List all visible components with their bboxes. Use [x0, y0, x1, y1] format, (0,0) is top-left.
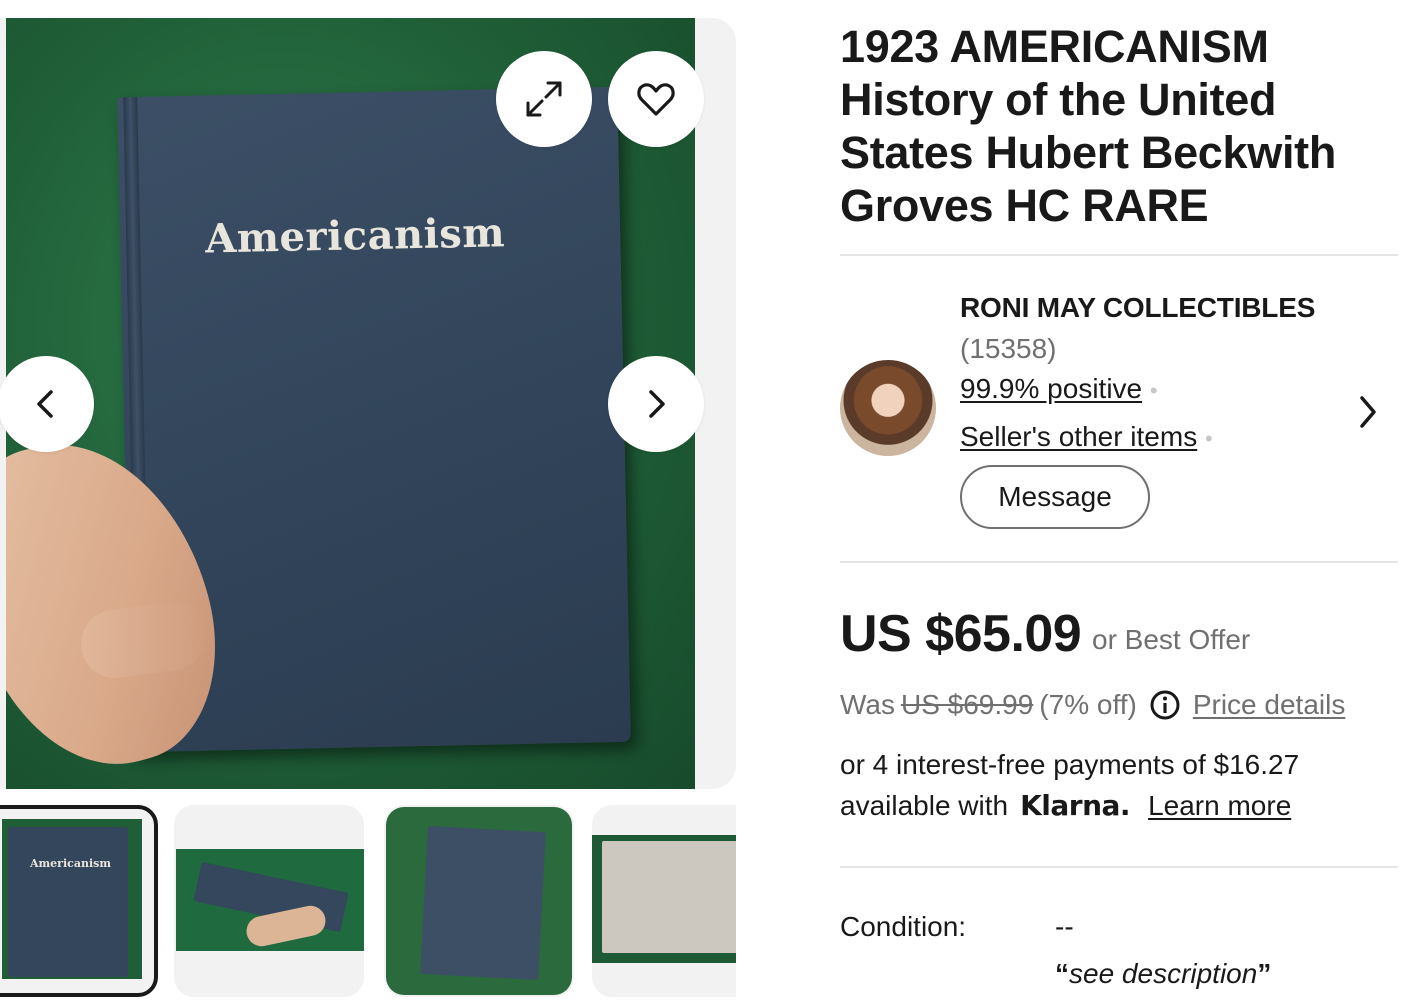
separator-dot: •	[1149, 378, 1158, 403]
chevron-left-icon	[37, 390, 53, 418]
thumb-book-back	[420, 826, 546, 980]
divider	[840, 561, 1398, 563]
thumbnail-3[interactable]	[384, 805, 574, 997]
next-image-button[interactable]	[608, 356, 704, 452]
previous-image-button[interactable]	[0, 356, 94, 452]
chevron-right-icon	[649, 390, 665, 418]
best-offer-label: or Best Offer	[1092, 624, 1251, 655]
klarna-logo: Klarna.	[1020, 789, 1131, 822]
current-price: US $65.09	[840, 605, 1082, 663]
seller-chevron-right-icon[interactable]	[1352, 392, 1384, 432]
divider	[840, 866, 1398, 868]
message-seller-button[interactable]: Message	[960, 465, 1150, 529]
condition-note: “see description”	[1055, 958, 1272, 989]
heart-icon	[637, 83, 675, 116]
klarna-available-with: available with	[840, 789, 1009, 821]
seller-feedback-row: 99.9% positive •	[960, 373, 1158, 405]
seller-name: RONI MAY COLLECTIBLES	[960, 292, 1316, 323]
seller-other-items-link[interactable]: Seller's other items	[960, 421, 1197, 452]
fullscreen-button[interactable]	[496, 51, 592, 147]
book-cover-title: Americanism	[204, 209, 506, 263]
separator-dot: •	[1205, 426, 1213, 451]
watchlist-button[interactable]	[608, 51, 704, 147]
thumbnail-strip: Americanism	[0, 805, 736, 1002]
condition-value: --	[1055, 911, 1074, 942]
klarna-row: available with Klarna. Learn more	[840, 789, 1291, 822]
thumb-book-title: Americanism	[30, 857, 111, 870]
was-price-row: Was US $69.99 (7% off) Price details	[840, 689, 1345, 721]
divider	[840, 254, 1398, 256]
thumb-book-open	[602, 841, 736, 953]
original-price: US $69.99	[900, 689, 1034, 720]
seller-other-row: Seller's other items •	[960, 421, 1213, 453]
main-product-image[interactable]: Americanism	[6, 18, 695, 789]
klarna-learn-more-link[interactable]: Learn more	[1148, 790, 1291, 822]
seller-feedback-percent-link[interactable]: 99.9% positive	[960, 373, 1142, 404]
klarna-installments-text: or 4 interest-free payments of $16.27	[840, 749, 1300, 780]
seller-feedback-count: (15358)	[960, 333, 1057, 364]
image-gallery: Americanism	[0, 18, 736, 789]
was-label: Was	[840, 689, 895, 720]
condition-note-text: see description	[1069, 958, 1258, 989]
condition-label: Condition:	[840, 911, 967, 942]
expand-icon	[526, 81, 562, 117]
price-details-link[interactable]: Price details	[1193, 689, 1346, 721]
listing-title: 1923 AMERICANISM History of the United S…	[840, 21, 1337, 231]
thumbnail-1[interactable]: Americanism	[0, 805, 158, 997]
discount-percent: (7% off)	[1039, 689, 1137, 720]
info-icon[interactable]	[1149, 689, 1181, 721]
seller-avatar[interactable]	[840, 360, 936, 456]
thumbnail-2[interactable]	[174, 805, 364, 997]
thumb-book: Americanism	[8, 827, 128, 977]
thumbnail-4[interactable]	[592, 805, 736, 997]
